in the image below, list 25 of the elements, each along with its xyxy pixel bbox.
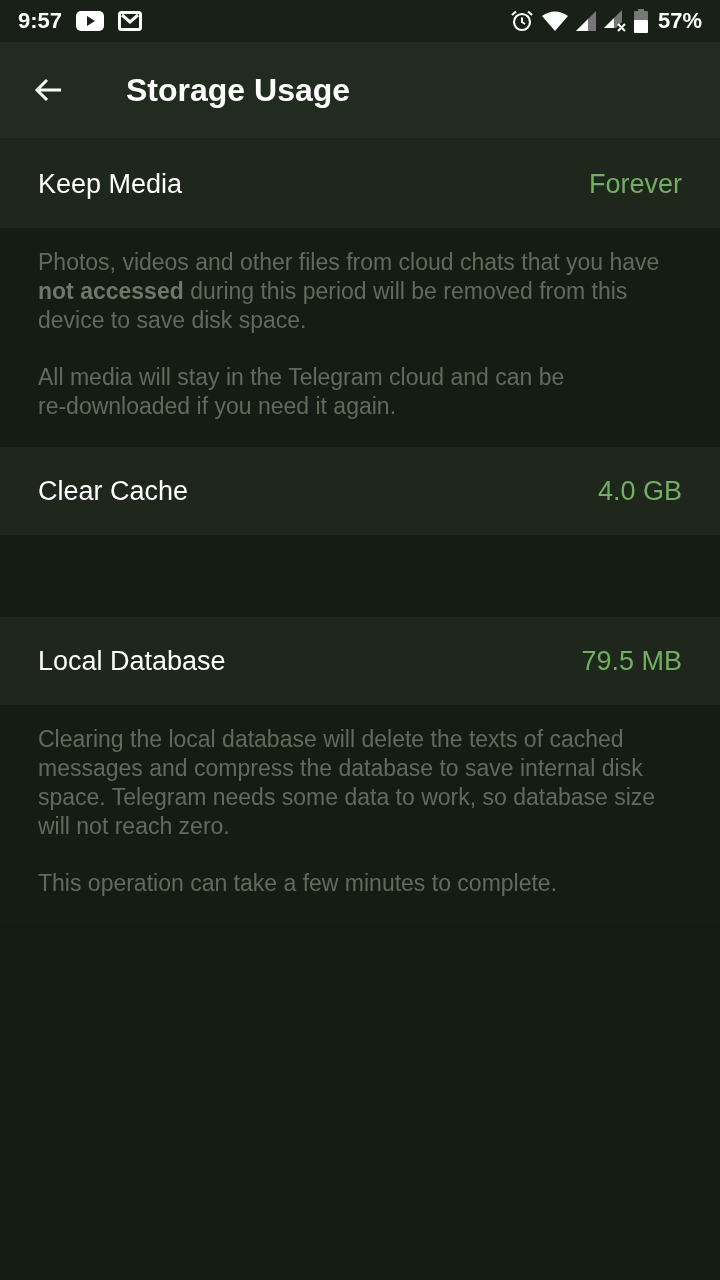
battery-percent: 57% xyxy=(657,8,702,34)
no-signal-icon xyxy=(603,10,626,32)
setting-label: Keep Media xyxy=(38,168,183,200)
setting-row[interactable]: Clear Cache 4.0 GB xyxy=(0,447,720,535)
setting-row[interactable]: Local Database 79.5 MB xyxy=(0,617,720,705)
setting-value: 79.5 MB xyxy=(581,645,682,677)
info-text: All media will stay in the Telegram cloud and can be re-downloaded if you need it again. xyxy=(38,363,566,421)
setting-row[interactable]: Keep Media Forever xyxy=(0,140,720,228)
setting-value: 4.0 GB xyxy=(597,475,682,507)
info-text: This operation can take a few minutes to complete. xyxy=(38,869,559,898)
signal-icon xyxy=(575,11,596,31)
setting-label: Local Database xyxy=(38,645,226,677)
alarm-icon xyxy=(509,9,534,33)
wifi-icon xyxy=(541,11,568,31)
info-text: Photos, videos and other files from cloud chats that you have not accessed during this period will be removed from this device to save disk space. xyxy=(38,248,661,335)
back-button[interactable] xyxy=(34,78,62,102)
play-icon xyxy=(76,11,105,31)
battery-icon xyxy=(633,9,648,33)
mail-icon xyxy=(118,11,143,31)
setting-value: Forever xyxy=(588,168,682,200)
screen-title: Storage Usage xyxy=(126,71,351,109)
info-text: Clearing the local database will delete the texts of cached messages and compress the database to save internal disk space. Telegram needs some data to work, so database size will not reach zero. xyxy=(38,725,657,841)
clock-time: 9:57 xyxy=(18,8,63,34)
back-arrow-icon xyxy=(34,78,62,102)
setting-label: Clear Cache xyxy=(38,475,189,507)
